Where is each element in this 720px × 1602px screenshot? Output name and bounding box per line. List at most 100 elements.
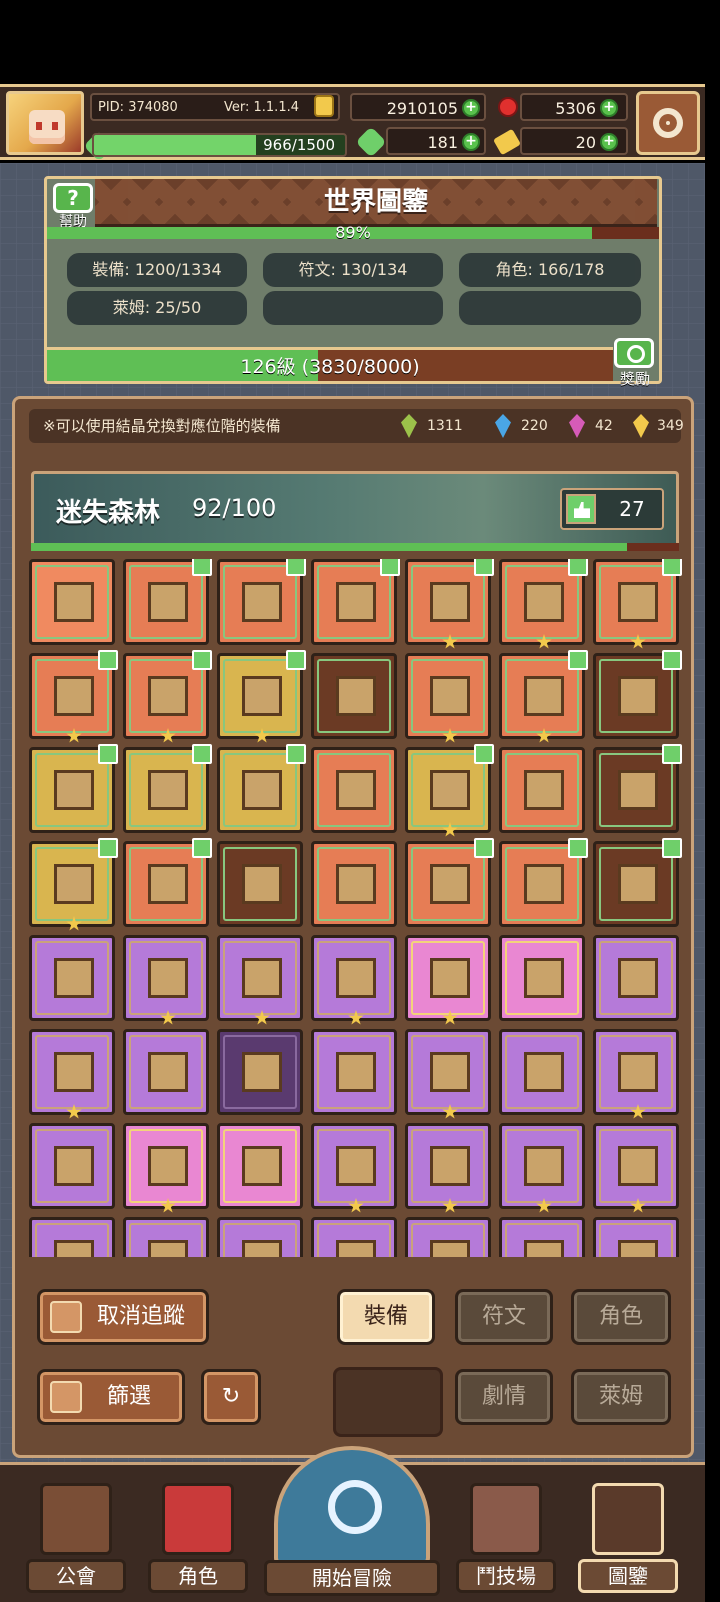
item-slot[interactable]: [593, 1123, 679, 1213]
equipment-icon: [148, 676, 188, 716]
tab-equipment[interactable]: 裝備: [337, 1289, 435, 1345]
item-slot[interactable]: [123, 650, 212, 743]
item-slot[interactable]: [405, 1123, 491, 1213]
item-slot[interactable]: [311, 1217, 397, 1257]
item-slot[interactable]: [499, 838, 588, 927]
item-slot[interactable]: [29, 1123, 115, 1209]
item-slot[interactable]: [405, 744, 494, 837]
item-slot[interactable]: [499, 650, 588, 743]
ruby-icon: [498, 97, 518, 117]
nav-adventure[interactable]: 開始冒險: [264, 1446, 440, 1602]
item-slot[interactable]: [593, 559, 682, 649]
settings-button[interactable]: [636, 91, 700, 155]
area-banner[interactable]: 迷失森林 92/100 27: [31, 471, 679, 547]
equipment-icon: [430, 1052, 470, 1092]
item-slot[interactable]: [311, 1029, 397, 1115]
item-slot[interactable]: [123, 1029, 209, 1115]
item-slot[interactable]: [405, 559, 494, 649]
nav-codex-label: 圖鑒: [578, 1559, 678, 1593]
item-slot[interactable]: [405, 838, 494, 927]
item-slot[interactable]: [29, 744, 118, 833]
green-crystal-icon: [401, 414, 417, 438]
blue-crystal-icon: [495, 414, 511, 438]
item-slot[interactable]: [593, 650, 682, 739]
item-slot[interactable]: [29, 935, 115, 1021]
equipment-icon: [430, 676, 470, 716]
item-slot[interactable]: [499, 935, 585, 1021]
equipment-icon: [336, 1240, 376, 1257]
item-slot[interactable]: [123, 1123, 209, 1213]
item-slot[interactable]: [123, 935, 209, 1025]
tracked-badge-icon: [474, 838, 494, 858]
tracked-badge-icon: [192, 650, 212, 670]
player-header: PID: 374080 Ver: 1.1.1.4 2910105 + 5306 …: [0, 84, 705, 162]
item-slot[interactable]: [217, 935, 303, 1025]
item-slot[interactable]: [217, 650, 306, 743]
item-slot[interactable]: [593, 935, 679, 1021]
equipment-icon: [54, 1052, 94, 1092]
item-slot[interactable]: [123, 744, 212, 833]
item-slot[interactable]: [311, 935, 397, 1025]
equipment-icon: [54, 770, 94, 810]
item-slot[interactable]: [29, 1029, 115, 1119]
nav-codex[interactable]: 圖鑒: [578, 1483, 678, 1593]
item-slot[interactable]: [593, 744, 682, 833]
item-slot[interactable]: [311, 841, 397, 927]
item-slot[interactable]: [217, 841, 303, 927]
refresh-icon: ↻: [221, 1384, 241, 1409]
item-slot[interactable]: [499, 1123, 585, 1213]
item-slot[interactable]: [593, 1029, 679, 1119]
tracked-badge-icon: [192, 559, 212, 576]
item-slot[interactable]: [405, 935, 491, 1025]
item-slot[interactable]: [217, 559, 306, 645]
add-ruby-icon[interactable]: +: [600, 99, 618, 117]
tracked-badge-icon: [286, 744, 306, 764]
add-clover-icon[interactable]: +: [462, 133, 480, 151]
tab-story[interactable]: 劇情: [455, 1369, 553, 1425]
filter-button[interactable]: 篩選: [37, 1369, 185, 1425]
equipment-icon: [148, 582, 188, 622]
item-slot[interactable]: [499, 1029, 585, 1115]
item-slot[interactable]: [311, 559, 400, 645]
item-slot[interactable]: [499, 747, 585, 833]
item-slot[interactable]: [217, 744, 306, 833]
equipment-icon: [524, 1146, 564, 1186]
item-slot[interactable]: [29, 1217, 115, 1257]
tab-characters[interactable]: 角色: [571, 1289, 671, 1345]
nav-guild[interactable]: 公會: [26, 1483, 126, 1593]
item-slot[interactable]: [499, 1217, 585, 1257]
collection-panel: ※可以使用結晶兌換對應位階的裝備 1311 220 42 349 迷失森林 92…: [12, 396, 694, 1458]
tracked-badge-icon: [568, 650, 588, 670]
item-slot[interactable]: [217, 1123, 303, 1209]
item-slot[interactable]: [123, 838, 212, 927]
item-slot[interactable]: [405, 653, 491, 743]
nav-arena[interactable]: 鬥技場: [456, 1483, 556, 1593]
equipment-icon: [524, 958, 564, 998]
item-slot[interactable]: [405, 1217, 491, 1257]
item-slot[interactable]: [29, 559, 115, 645]
untrack-button[interactable]: 取消追蹤: [37, 1289, 209, 1345]
add-key-icon[interactable]: +: [600, 133, 618, 151]
item-slot[interactable]: [123, 559, 212, 645]
item-slot[interactable]: [311, 1123, 397, 1213]
item-slot[interactable]: [311, 653, 397, 739]
item-slot[interactable]: [29, 650, 118, 743]
item-slot[interactable]: [217, 1029, 303, 1115]
item-slot[interactable]: [123, 1217, 209, 1257]
item-slot[interactable]: [499, 559, 588, 649]
refresh-button[interactable]: ↻: [201, 1369, 261, 1425]
item-slot[interactable]: [405, 1029, 491, 1119]
item-slot[interactable]: [593, 838, 682, 927]
item-slot[interactable]: [217, 1217, 303, 1257]
tab-runes[interactable]: 符文: [455, 1289, 553, 1345]
codex-level-text: 126級 (3830/8000): [240, 356, 420, 378]
reward-button[interactable]: 獎勵: [608, 336, 662, 390]
player-avatar[interactable]: [6, 91, 84, 155]
tab-slime[interactable]: 萊姆: [571, 1369, 671, 1425]
item-slot[interactable]: [593, 1217, 679, 1257]
nav-character[interactable]: 角色: [148, 1483, 248, 1593]
item-slot[interactable]: [311, 747, 397, 833]
empty-slot: [333, 1367, 443, 1437]
item-slot[interactable]: [29, 838, 118, 931]
add-gold-icon[interactable]: +: [462, 99, 480, 117]
